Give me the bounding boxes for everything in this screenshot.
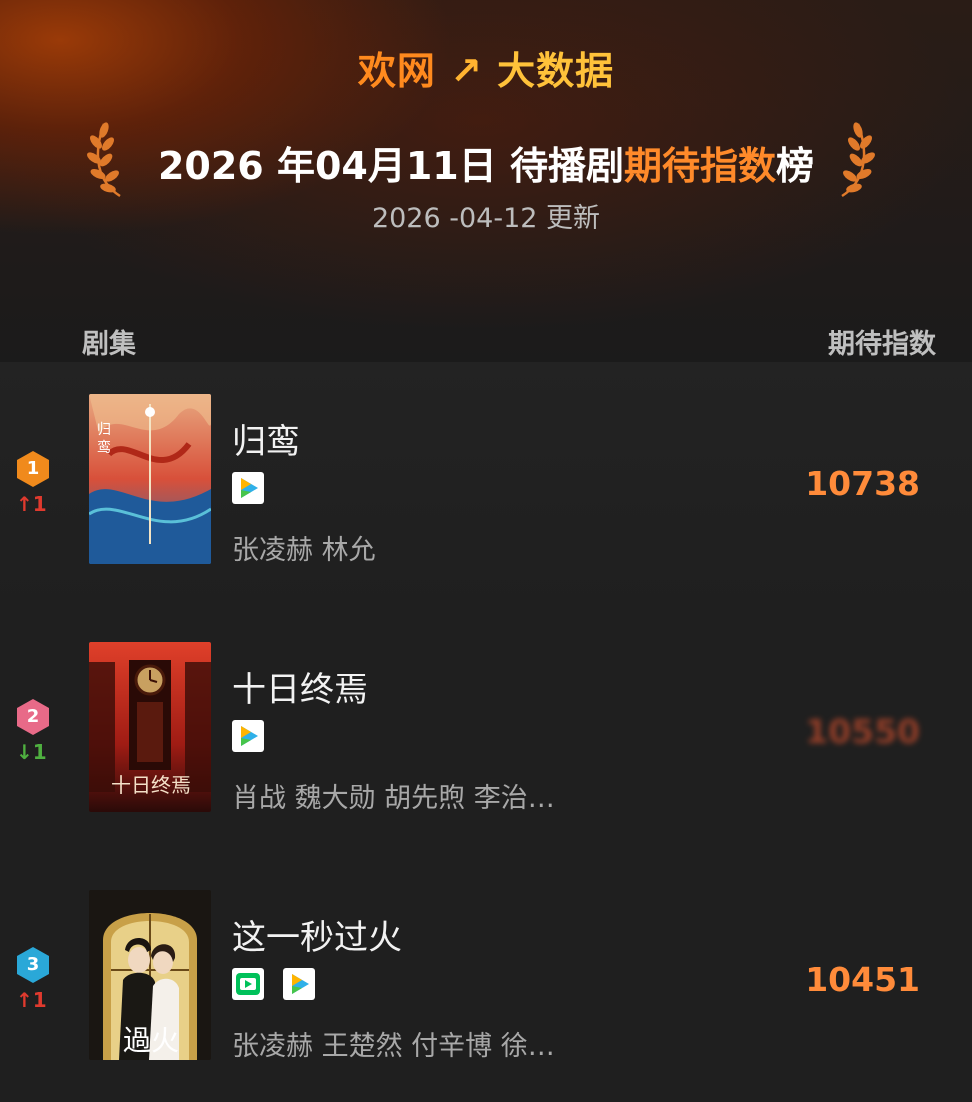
rank-number: 3 (26, 954, 40, 975)
rank-change: ↑1 (16, 988, 47, 1012)
cast-list: 张凌赫 王楚然 付辛博 徐… (232, 1031, 555, 1062)
expectation-score: 10738 (805, 464, 920, 503)
show-title[interactable]: 十日终焉 (232, 662, 368, 711)
tencent-video-icon[interactable] (232, 720, 264, 752)
list-item[interactable]: 2 ↓1 十日终焉 十日终焉 肖战 魏大勋 胡先煦 李治… 10550 (0, 610, 972, 858)
column-header-show: 剧集 (82, 329, 136, 360)
cast-list: 肖战 魏大勋 胡先煦 李治… (232, 783, 555, 814)
page-title: 2026 年04月11日 待播剧期待指数榜 (0, 138, 972, 194)
update-date: 2026 -04-12 更新 (371, 203, 601, 234)
brand-name-part1: 欢网 (357, 49, 436, 93)
platform-list (232, 720, 278, 752)
poster-image[interactable]: 過火 (89, 890, 211, 1060)
title-prefix: 2026 年04月11日 待播剧 (157, 144, 624, 188)
platform-list (232, 968, 329, 1000)
expectation-score: 10550 (805, 712, 920, 751)
title-highlight: 期待指数 (623, 144, 776, 188)
list-item[interactable]: 1 ↑1 归 鸾 归鸾 张凌赫 林允 10738 (0, 362, 972, 610)
platform-list (232, 472, 278, 504)
tencent-video-icon[interactable] (232, 472, 264, 504)
expectation-score: 10451 (805, 960, 920, 999)
rank-change: ↑1 (16, 492, 47, 516)
title-suffix: 榜 (775, 144, 814, 188)
poster-image[interactable]: 十日终焉 (89, 642, 211, 812)
rank-change: ↓1 (16, 740, 47, 764)
show-title[interactable]: 归鸾 (232, 414, 300, 463)
laurel-right-icon (841, 122, 875, 198)
poster-image[interactable]: 归 鸾 (89, 394, 211, 564)
tencent-video-icon[interactable] (283, 968, 316, 1000)
rank-badge: 3 (15, 946, 51, 984)
rank-badge: 2 (15, 698, 51, 736)
cast-list: 张凌赫 林允 (232, 535, 376, 566)
iqiyi-icon[interactable] (232, 968, 264, 1000)
brand-arrow-icon: ↗ (450, 49, 483, 93)
column-header-index: 期待指数 (828, 329, 936, 360)
rank-number: 1 (26, 458, 40, 479)
brand-name-part2: 大数据 (497, 49, 615, 93)
brand-logo: 欢网 ↗ 大数据 (0, 40, 972, 95)
svg-text:归: 归 (97, 421, 111, 438)
svg-text:十日终焉: 十日终焉 (111, 773, 191, 797)
rank-number: 2 (26, 706, 40, 727)
show-title[interactable]: 这一秒过火 (232, 910, 402, 959)
list-item[interactable]: 3 ↑1 過火 这一秒过火 张凌赫 王楚然 付辛博 徐… 10451 (0, 858, 972, 1102)
svg-text:鸾: 鸾 (97, 439, 111, 456)
svg-text:過火: 過火 (123, 1024, 179, 1057)
rank-badge: 1 (15, 450, 51, 488)
